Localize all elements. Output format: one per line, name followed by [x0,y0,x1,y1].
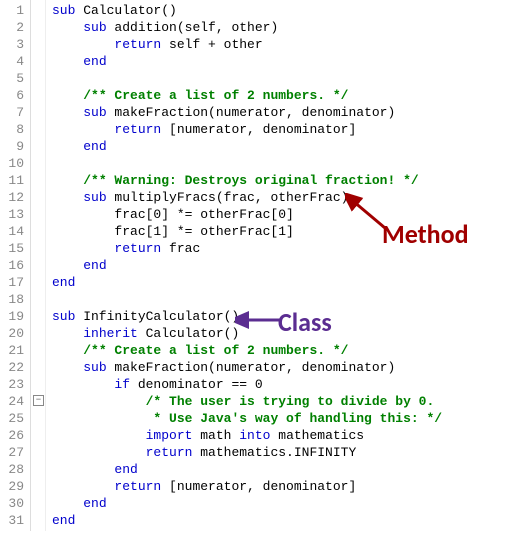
line-number: 5 [2,70,24,87]
code-line[interactable]: return [numerator, denominator] [52,478,442,495]
line-number: 31 [2,512,24,529]
line-number: 13 [2,206,24,223]
line-number: 29 [2,478,24,495]
code-line[interactable]: end [52,461,442,478]
line-number: 4 [2,53,24,70]
line-number: 11 [2,172,24,189]
line-number: 3 [2,36,24,53]
code-line[interactable]: frac[0] *= otherFrac[0] [52,206,442,223]
line-number: 26 [2,427,24,444]
line-number: 16 [2,257,24,274]
code-line[interactable]: sub InfinityCalculator() [52,308,442,325]
code-line[interactable]: inherit Calculator() [52,325,442,342]
code-line[interactable]: /* The user is trying to divide by 0. [52,393,442,410]
code-line[interactable]: sub multiplyFracs(frac, otherFrac) [52,189,442,206]
code-line[interactable]: import math into mathematics [52,427,442,444]
code-line[interactable]: return self + other [52,36,442,53]
line-number: 7 [2,104,24,121]
line-number: 6 [2,87,24,104]
line-number: 23 [2,376,24,393]
code-line[interactable]: sub makeFraction(numerator, denominator) [52,104,442,121]
code-line[interactable]: return [numerator, denominator] [52,121,442,138]
line-number: 2 [2,19,24,36]
code-line[interactable]: /** Create a list of 2 numbers. */ [52,342,442,359]
code-line[interactable]: end [52,53,442,70]
code-line[interactable]: end [52,257,442,274]
line-number: 8 [2,121,24,138]
code-editor: 1234567891011121314151617181920212223242… [0,0,529,531]
fold-toggle-icon[interactable]: − [33,395,44,406]
line-number: 1 [2,2,24,19]
line-number: 30 [2,495,24,512]
code-line[interactable]: end [52,512,442,529]
line-number: 17 [2,274,24,291]
line-number: 21 [2,342,24,359]
code-line[interactable] [52,155,442,172]
code-line[interactable]: /** Warning: Destroys original fraction!… [52,172,442,189]
line-number: 10 [2,155,24,172]
line-number: 12 [2,189,24,206]
code-line[interactable]: if denominator == 0 [52,376,442,393]
code-line[interactable]: sub Calculator() [52,2,442,19]
code-line[interactable]: * Use Java's way of handling this: */ [52,410,442,427]
code-line[interactable] [52,291,442,308]
line-number: 18 [2,291,24,308]
line-number: 24 [2,393,24,410]
code-line[interactable]: end [52,495,442,512]
line-number: 9 [2,138,24,155]
code-line[interactable]: end [52,138,442,155]
line-number: 22 [2,359,24,376]
code-line[interactable]: sub makeFraction(numerator, denominator) [52,359,442,376]
line-number: 19 [2,308,24,325]
code-area[interactable]: sub Calculator() sub addition(self, othe… [46,0,442,531]
line-number: 15 [2,240,24,257]
fold-gutter: − [31,0,46,531]
code-line[interactable] [52,70,442,87]
code-line[interactable]: /** Create a list of 2 numbers. */ [52,87,442,104]
code-line[interactable]: end [52,274,442,291]
line-number: 25 [2,410,24,427]
code-line[interactable]: return frac [52,240,442,257]
line-number-gutter: 1234567891011121314151617181920212223242… [0,0,31,531]
line-number: 14 [2,223,24,240]
code-line[interactable]: sub addition(self, other) [52,19,442,36]
line-number: 28 [2,461,24,478]
code-line[interactable]: return mathematics.INFINITY [52,444,442,461]
line-number: 27 [2,444,24,461]
code-line[interactable]: frac[1] *= otherFrac[1] [52,223,442,240]
line-number: 20 [2,325,24,342]
